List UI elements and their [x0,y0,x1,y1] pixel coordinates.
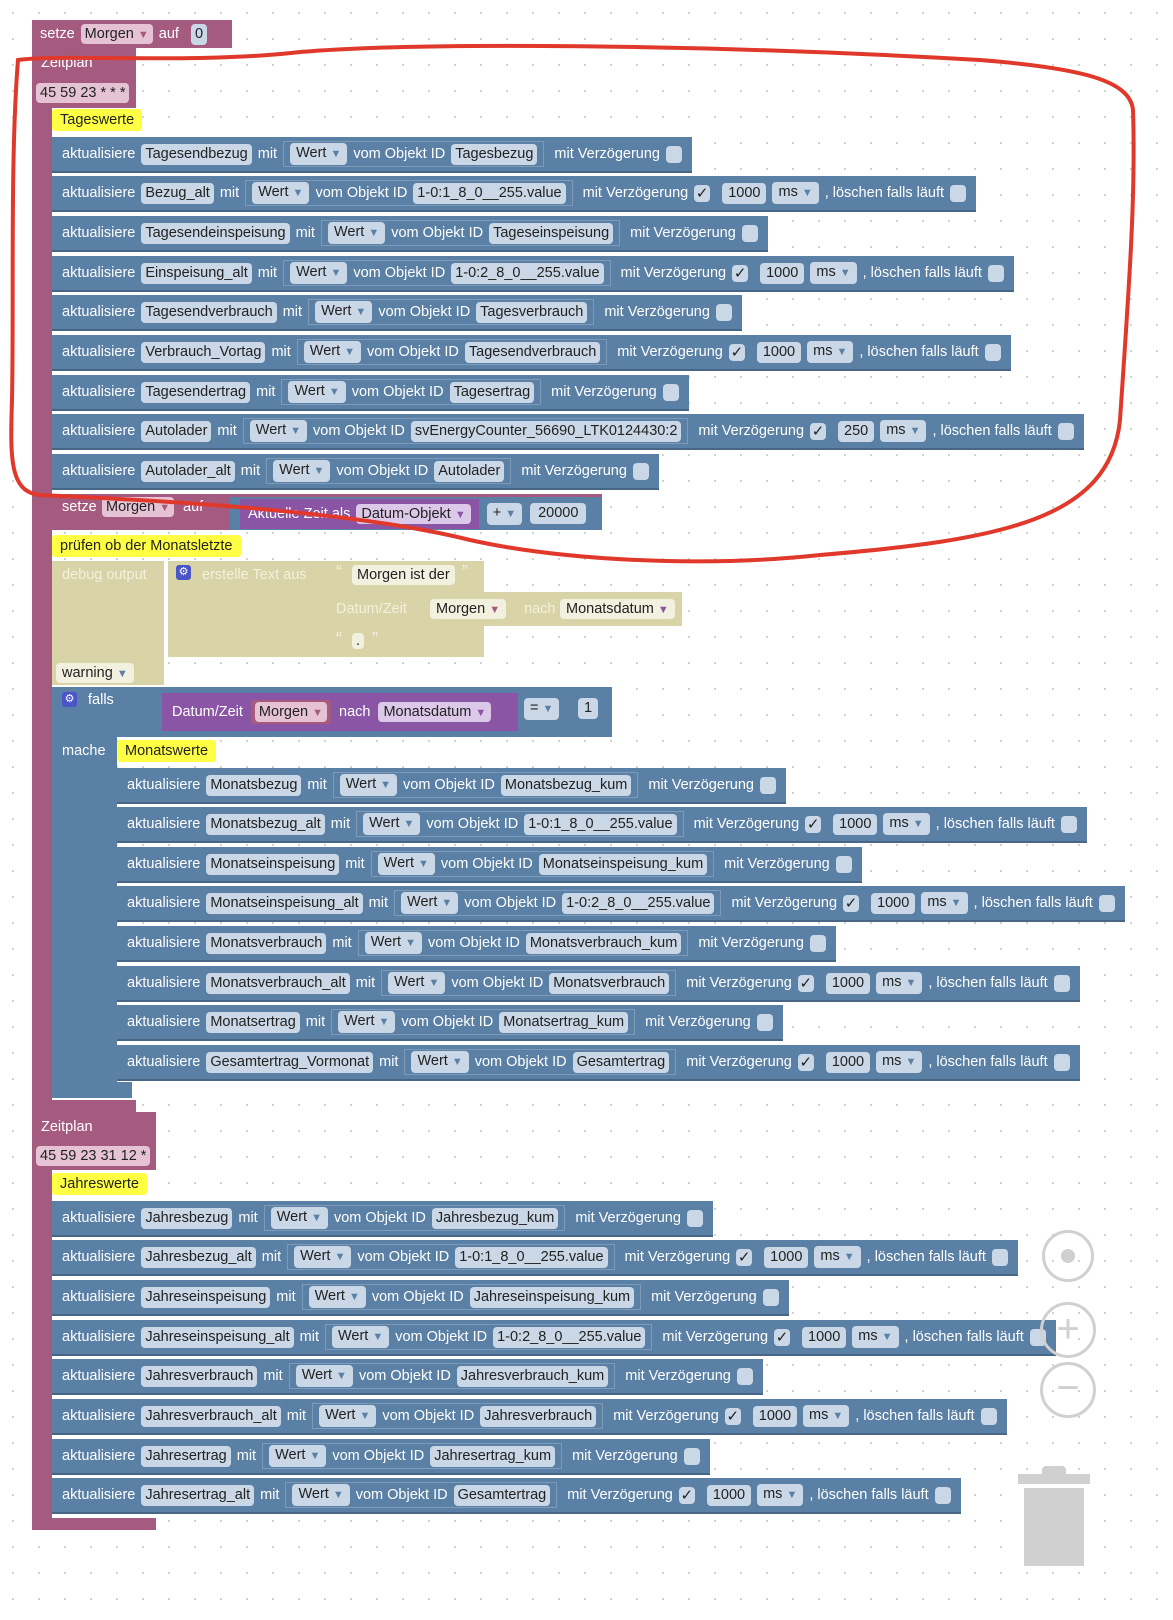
annotation-outline [9,43,1136,564]
